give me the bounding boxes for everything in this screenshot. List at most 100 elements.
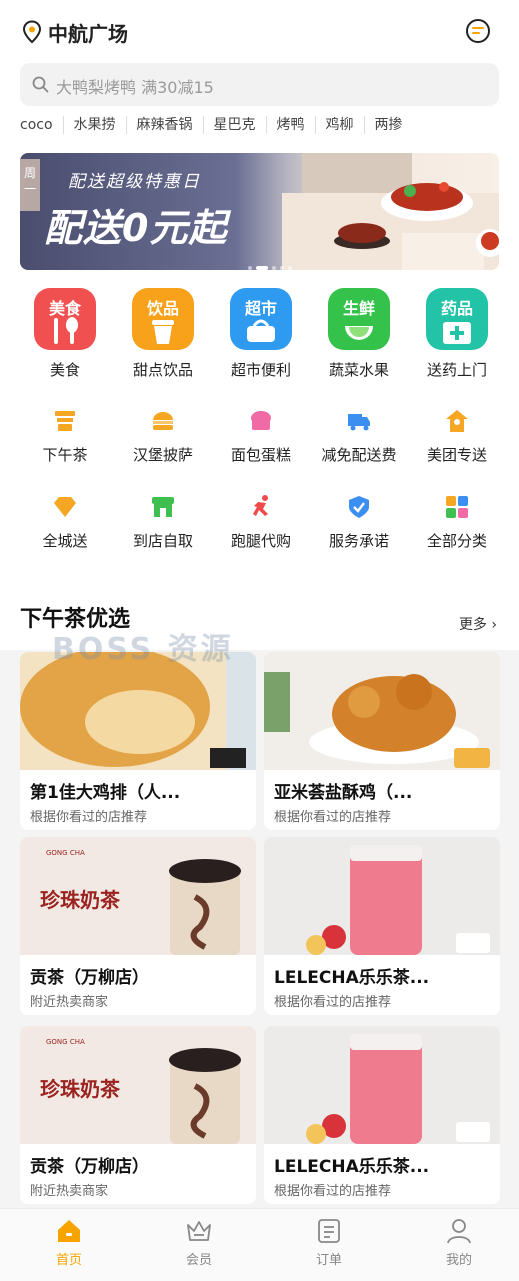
pearl-milk-tea-image: 珍珠奶茶 GONG CHA xyxy=(20,1026,256,1144)
store-card[interactable]: 珍珠奶茶 GONG CHA 贡茶（万柳店） 附近热卖商家 xyxy=(20,1026,256,1204)
store-card[interactable]: LELECHA乐乐茶... 根据你看过的店推荐 xyxy=(264,1026,500,1204)
tab-orders[interactable]: 订单 xyxy=(294,1217,364,1268)
location-title[interactable]: 中航广场 xyxy=(48,18,128,47)
shield-check-icon xyxy=(349,496,369,518)
subcategory-label: 服务承诺 xyxy=(328,532,389,550)
subcategory-all[interactable]: 全部分类 xyxy=(410,494,504,551)
store-reason: 根据你看过的店推荐 xyxy=(274,995,392,1010)
hot-search-tags: coco 水果捞 麻辣香锅 星巴克 烤鸭 鸡柳 两掺 xyxy=(20,114,519,138)
store-card[interactable]: 珍珠奶茶 GONG CHA 贡茶（万柳店） 附近热卖商家 xyxy=(20,837,256,1015)
store-reason: 附近热卖商家 xyxy=(30,995,109,1010)
fork-spoon-icon: 美食 xyxy=(34,288,96,350)
milk-tea-caption: 珍珠奶茶 xyxy=(40,1077,121,1101)
lime-icon: 生鲜 xyxy=(328,288,390,350)
tea-cup-icon xyxy=(55,411,75,431)
diamond-icon xyxy=(54,497,76,517)
subcategory-label: 下午茶 xyxy=(42,446,88,464)
subcategory-label: 汉堡披萨 xyxy=(132,446,193,464)
subcategory-label: 面包蛋糕 xyxy=(230,446,291,464)
category-label: 蔬菜水果 xyxy=(328,361,389,379)
more-link[interactable]: 更多 › xyxy=(459,614,497,634)
tab-label: 会员 xyxy=(185,1253,212,1268)
category-fresh[interactable]: 生鲜 蔬菜水果 xyxy=(312,288,406,380)
burger-icon xyxy=(153,412,173,430)
banner-pagination xyxy=(248,255,308,270)
running-man-icon xyxy=(253,495,268,516)
store-card[interactable]: 第1佳大鸡排（人... 根据你看过的店推荐 xyxy=(20,652,256,830)
bottom-tab-bar: 首页 会员 订单 我的 xyxy=(0,1208,519,1281)
store-name: 贡茶（万柳店） xyxy=(30,1157,149,1177)
store-name: 第1佳大鸡排（人... xyxy=(30,783,181,803)
pearl-milk-tea-image: 珍珠奶茶 GONG CHA xyxy=(20,837,256,955)
search-icon xyxy=(32,76,49,93)
promo-banner[interactable]: 周一 配送超级特惠日 配送0元起 xyxy=(20,153,499,270)
popcorn-chicken-image xyxy=(264,652,500,770)
hot-tag[interactable]: 麻辣香锅 xyxy=(127,116,204,134)
subcategory-afternoon-tea[interactable]: 下午茶 xyxy=(18,408,112,465)
category-label: 美食 xyxy=(49,361,80,379)
fried-chicken-image xyxy=(20,652,256,770)
tab-label: 订单 xyxy=(315,1253,342,1268)
subcategory-label: 减免配送费 xyxy=(321,446,397,464)
subcategory-burger-pizza[interactable]: 汉堡披萨 xyxy=(116,408,210,465)
cake-icon xyxy=(251,411,271,430)
banner-food-illustration xyxy=(282,153,499,270)
medicine-box-icon: 药品 xyxy=(426,288,488,350)
hot-tag[interactable]: 星巴克 xyxy=(204,116,267,134)
rider-icon xyxy=(446,410,468,432)
tab-profile[interactable]: 我的 xyxy=(424,1217,494,1268)
store-name: LELECHA乐乐茶... xyxy=(274,1157,430,1177)
subcategory-label: 到店自取 xyxy=(132,532,193,550)
subcategory-label: 跑腿代购 xyxy=(230,532,291,550)
store-icon xyxy=(152,497,174,517)
location-pin-icon[interactable] xyxy=(22,20,42,44)
hot-tag[interactable]: 两掺 xyxy=(365,116,413,134)
banner-headline: 配送0元起 xyxy=(44,206,228,250)
subcategory-free-delivery[interactable]: 减免配送费 xyxy=(312,408,406,465)
category-label: 送药上门 xyxy=(426,361,487,379)
subcategory-service-promise[interactable]: 服务承诺 xyxy=(312,494,406,551)
subcategory-meituan-delivery[interactable]: 美团专送 xyxy=(410,408,504,465)
store-reason: 附近热卖商家 xyxy=(30,1184,109,1199)
store-reason: 根据你看过的店推荐 xyxy=(274,810,392,825)
profile-icon xyxy=(447,1219,471,1244)
category-medicine[interactable]: 药品 送药上门 xyxy=(410,288,504,380)
category-drinks[interactable]: 饮品 甜点饮品 xyxy=(116,288,210,380)
gong-cha-logo-text: GONG CHA xyxy=(46,849,85,857)
grid-icon xyxy=(446,496,468,518)
subcategory-label: 美团专送 xyxy=(426,446,487,464)
category-supermarket[interactable]: 超市 超市便利 xyxy=(214,288,308,380)
subcategory-label: 全部分类 xyxy=(426,532,487,550)
home-page: 中航广场 大鸭梨烤鸭 满30减15 coco 水果捞 麻辣香锅 星巴克 烤鸭 鸡柳 两掺 周… xyxy=(0,0,519,1281)
hot-tag[interactable]: 烤鸭 xyxy=(267,116,316,134)
store-name: 亚米荟盐酥鸡（... xyxy=(274,783,413,803)
category-food[interactable]: 美食 美食 xyxy=(18,288,112,380)
crown-icon xyxy=(187,1221,211,1241)
hot-tag[interactable]: 鸡柳 xyxy=(316,116,365,134)
drink-cup-icon: 饮品 xyxy=(132,288,194,350)
top-header: 中航广场 xyxy=(0,0,519,62)
banner-day-tag: 周一 xyxy=(20,159,40,211)
subcategory-pickup[interactable]: 到店自取 xyxy=(116,494,210,551)
subcategory-citywide[interactable]: 全城送 xyxy=(18,494,112,551)
store-name: LELECHA乐乐茶... xyxy=(274,968,430,988)
store-card[interactable]: 亚米荟盐酥鸡（... 根据你看过的店推荐 xyxy=(264,652,500,830)
store-card[interactable]: LELECHA乐乐茶... 根据你看过的店推荐 xyxy=(264,837,500,1015)
hot-tag[interactable]: 水果捞 xyxy=(64,116,127,134)
hot-tag[interactable]: coco xyxy=(20,116,64,134)
category-label: 超市便利 xyxy=(230,361,291,379)
recommendation-feed: 第1佳大鸡排（人... 根据你看过的店推荐 亚米荟盐酥鸡（... 根据你看过的店… xyxy=(0,650,519,1220)
watermark-text: BOSS 资源 xyxy=(52,632,234,667)
store-name: 贡茶（万柳店） xyxy=(30,968,149,988)
milk-tea-caption: 珍珠奶茶 xyxy=(40,888,121,912)
search-bar[interactable]: 大鸭梨烤鸭 满30减15 xyxy=(20,63,499,106)
subcategory-errands[interactable]: 跑腿代购 xyxy=(214,494,308,551)
strawberry-drink-image xyxy=(264,837,500,955)
message-icon[interactable] xyxy=(465,18,491,44)
store-reason: 根据你看过的店推荐 xyxy=(274,1184,392,1199)
tab-membership[interactable]: 会员 xyxy=(164,1217,234,1268)
home-icon xyxy=(58,1220,80,1242)
subcategory-bread-cake[interactable]: 面包蛋糕 xyxy=(214,408,308,465)
delivery-truck-icon xyxy=(348,414,370,431)
tab-home[interactable]: 首页 xyxy=(34,1217,104,1268)
